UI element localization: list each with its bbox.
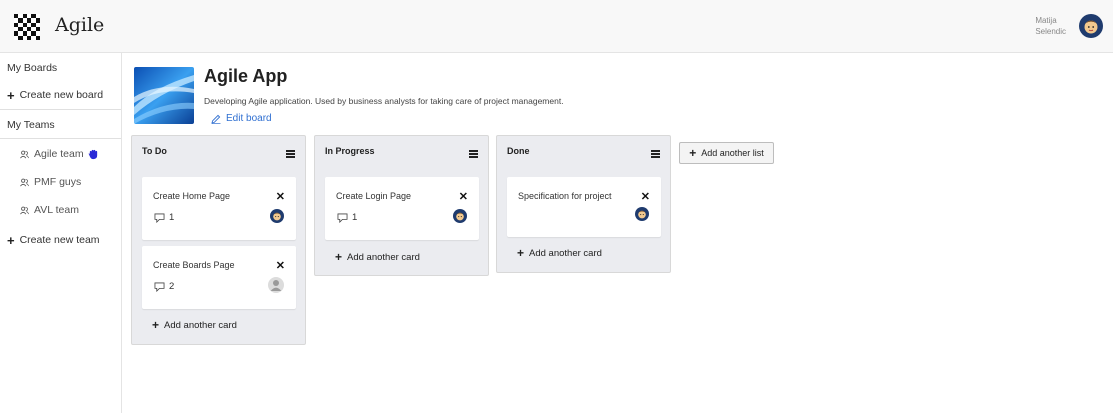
edit-board-button[interactable]: Edit board <box>211 113 272 124</box>
card-comments: 1 <box>337 212 357 223</box>
card-comments: 1 <box>154 212 174 223</box>
plus-icon: + <box>335 250 343 264</box>
comment-count: 1 <box>352 212 358 223</box>
sidebar-my-teams-label: My Teams <box>7 119 55 131</box>
card-title: Create Boards Page <box>153 260 235 270</box>
add-card-button[interactable]: + Add another card <box>152 319 237 331</box>
comment-icon <box>154 282 165 292</box>
edit-board-label: Edit board <box>226 113 272 124</box>
hamburger-menu-icon[interactable] <box>651 150 660 158</box>
list-title: To Do <box>142 146 167 156</box>
team-icon <box>20 178 29 187</box>
sidebar-divider <box>0 109 121 110</box>
top-bar: Agile Matija Selendic <box>0 0 1113 53</box>
hamburger-menu-icon[interactable] <box>469 150 478 158</box>
create-board-button[interactable]: + Create new board <box>0 83 121 107</box>
hand-icon <box>88 149 99 160</box>
user-name: Matija Selendic <box>1035 15 1066 37</box>
sidebar-divider <box>0 138 121 139</box>
list-in-progress: In Progress Create Login Page ✕ 1 + Add … <box>314 135 489 276</box>
board-description: Developing Agile application. Used by bu… <box>204 96 564 106</box>
card-comments: 2 <box>154 281 174 292</box>
sidebar-item-avl-team[interactable]: AVL team <box>0 198 121 222</box>
add-card-label: Add another card <box>529 247 602 259</box>
avatar-default-icon <box>268 277 284 293</box>
hamburger-menu-icon[interactable] <box>286 150 295 158</box>
team-icon <box>20 150 29 159</box>
close-icon[interactable]: ✕ <box>276 190 285 203</box>
close-icon[interactable]: ✕ <box>641 190 650 203</box>
comment-count: 2 <box>169 281 175 292</box>
plus-icon: + <box>517 246 525 260</box>
pencil-icon <box>211 114 221 124</box>
create-team-label: Create new team <box>19 234 100 246</box>
add-list-label: Add another list <box>701 148 764 158</box>
list-done: Done Specification for project ✕ + Add a… <box>496 135 671 273</box>
list-title: Done <box>507 146 530 156</box>
add-card-label: Add another card <box>347 251 420 263</box>
card[interactable]: Create Home Page ✕ 1 <box>142 177 296 240</box>
card[interactable]: Create Boards Page ✕ 2 <box>142 246 296 309</box>
list-todo: To Do Create Home Page ✕ 1 Create Boards… <box>131 135 306 345</box>
team-name: PMF guys <box>34 176 82 188</box>
user-last-name: Selendic <box>1035 27 1066 36</box>
sidebar-my-boards-label: My Boards <box>7 62 58 74</box>
create-team-button[interactable]: + Create new team <box>0 228 121 252</box>
plus-icon: + <box>7 87 15 103</box>
sidebar-item-agile-team[interactable]: Agile team <box>0 142 121 166</box>
board-title: Agile App <box>204 66 288 86</box>
comment-count: 1 <box>169 212 175 223</box>
avatar-face-icon <box>453 209 467 223</box>
card-title: Specification for project <box>518 191 612 201</box>
team-name: Agile team <box>34 148 84 160</box>
sidebar-my-teams[interactable]: My Teams <box>0 113 121 137</box>
close-icon[interactable]: ✕ <box>459 190 468 203</box>
add-card-label: Add another card <box>164 319 237 331</box>
plus-icon: + <box>152 318 160 332</box>
team-icon <box>20 206 29 215</box>
plus-icon: + <box>689 146 697 160</box>
sidebar-item-pmf-guys[interactable]: PMF guys <box>0 170 121 194</box>
close-icon[interactable]: ✕ <box>276 259 285 272</box>
card-title: Create Login Page <box>336 191 412 201</box>
avatar-face-icon <box>270 209 284 223</box>
comment-icon <box>337 213 348 223</box>
add-list-button[interactable]: + Add another list <box>679 142 774 164</box>
comment-icon <box>154 213 165 223</box>
create-board-label: Create new board <box>19 89 104 101</box>
card-title: Create Home Page <box>153 191 231 201</box>
team-name: AVL team <box>34 204 79 216</box>
plus-icon: + <box>7 232 15 248</box>
board-thumbnail <box>134 67 194 124</box>
sidebar-my-boards[interactable]: My Boards <box>0 56 121 80</box>
list-title: In Progress <box>325 146 375 156</box>
add-card-button[interactable]: + Add another card <box>335 251 420 263</box>
app-title[interactable]: Agile <box>55 14 104 36</box>
card[interactable]: Create Login Page ✕ 1 <box>325 177 479 240</box>
user-first-name: Matija <box>1035 16 1057 25</box>
user-avatar-icon[interactable] <box>1079 14 1103 38</box>
checker-logo-icon[interactable] <box>14 14 40 40</box>
add-card-button[interactable]: + Add another card <box>517 247 602 259</box>
avatar-face-icon <box>635 207 649 221</box>
card[interactable]: Specification for project ✕ <box>507 177 661 237</box>
